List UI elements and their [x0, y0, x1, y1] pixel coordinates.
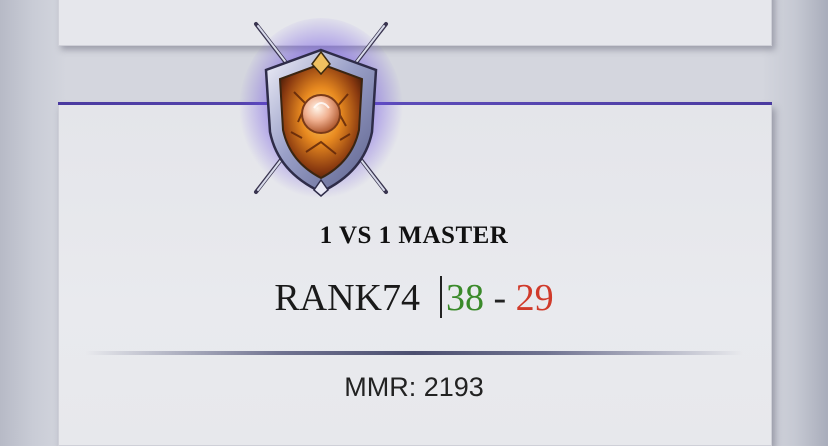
rank-divider	[440, 276, 443, 319]
mode-title: 1 VS 1 MASTER	[319, 222, 509, 249]
master-league-badge-icon	[236, 12, 406, 204]
rank-label: RANK74	[274, 277, 421, 319]
mmr-value: MMR: 2193	[344, 372, 484, 402]
losses-count: 29	[515, 277, 554, 319]
wins-count: 38	[446, 277, 485, 319]
previous-card	[58, 0, 772, 46]
card-accent-line	[58, 102, 772, 105]
section-divider	[85, 351, 743, 355]
rank-record-row: RANK74 38 - 29	[0, 276, 828, 322]
record-separator: -	[493, 277, 507, 319]
